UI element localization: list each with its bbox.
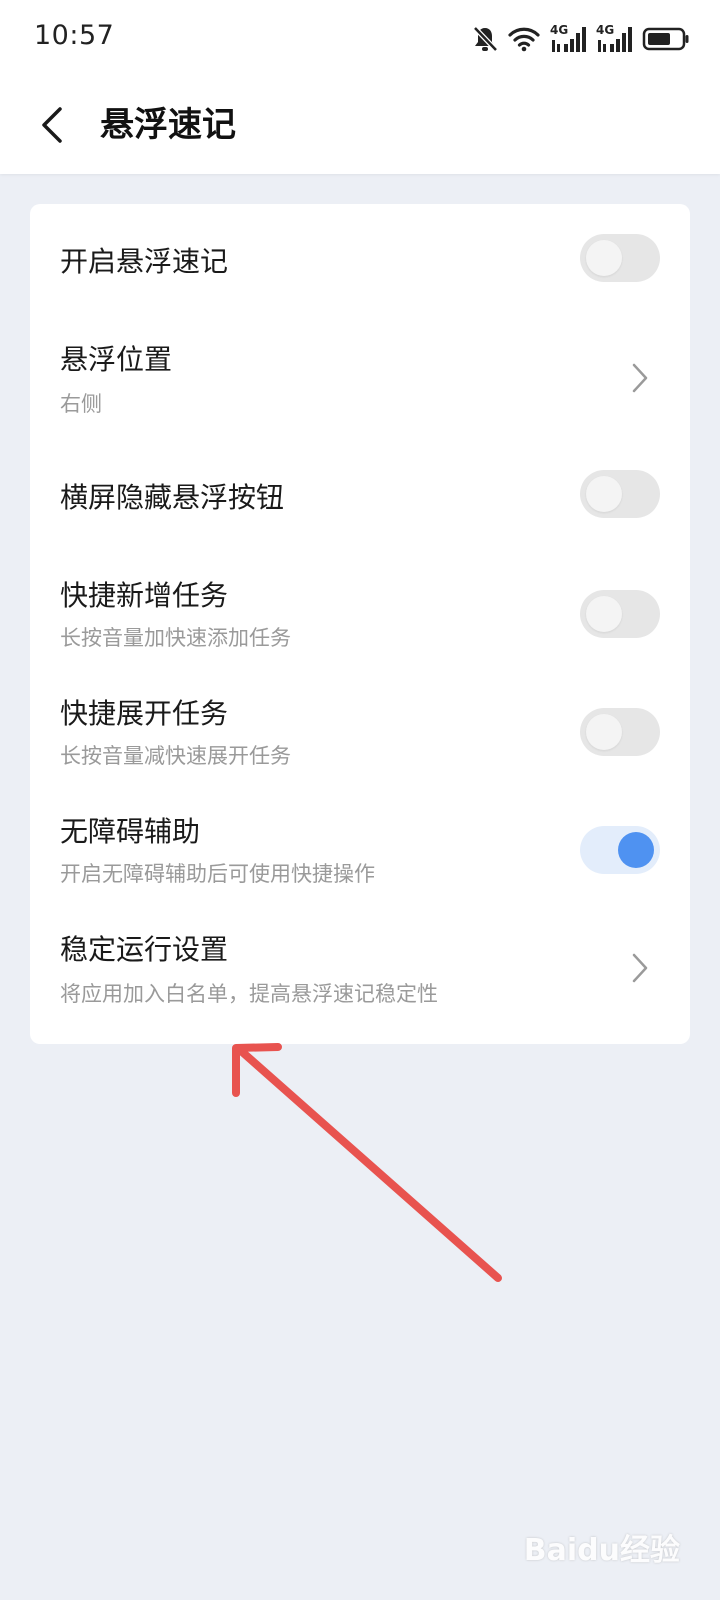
setting-title: 横屏隐藏悬浮按钮 — [60, 481, 285, 514]
status-bar: 10:57 4G 4G — [0, 0, 720, 78]
hide-in-landscape-toggle[interactable] — [580, 470, 660, 518]
chevron-right-icon — [628, 950, 652, 986]
toggle-knob — [586, 714, 622, 750]
accessibility-toggle[interactable] — [580, 826, 660, 874]
setting-hide-in-landscape[interactable]: 横屏隐藏悬浮按钮 — [30, 440, 690, 556]
setting-subtitle: 长按音量减快速展开任务 — [60, 744, 291, 768]
enable-floating-notes-toggle[interactable] — [580, 234, 660, 282]
top-app-bar: 10:57 4G 4G 悬浮速记 — [0, 0, 720, 174]
setting-subtitle: 开启无障碍辅助后可使用快捷操作 — [60, 862, 375, 886]
toggle-knob — [618, 832, 654, 868]
toggle-knob — [586, 240, 622, 276]
status-icons: 4G 4G — [472, 22, 690, 56]
wifi-icon — [508, 26, 540, 52]
page-title: 悬浮速记 — [100, 105, 236, 145]
setting-title: 快捷新增任务 — [60, 579, 229, 612]
toggle-knob — [586, 476, 622, 512]
chevron-right-icon — [628, 360, 652, 396]
watermark: Baidu经验 — [523, 1533, 680, 1568]
chevron-left-icon — [42, 107, 62, 143]
battery-icon — [642, 26, 690, 52]
setting-accessibility[interactable]: 无障碍辅助 开启无障碍辅助后可使用快捷操作 — [30, 792, 690, 910]
bell-muted-icon — [472, 25, 498, 53]
setting-title: 开启悬浮速记 — [60, 245, 229, 278]
toggle-knob — [586, 596, 622, 632]
status-time: 10:57 — [34, 20, 115, 51]
settings-card: 开启悬浮速记 悬浮位置 右侧 横屏隐藏悬浮按钮 快捷新增任务 长按音量加快速添加… — [30, 204, 690, 1044]
nav-bar: 悬浮速记 — [0, 80, 720, 174]
setting-subtitle: 右侧 — [60, 392, 102, 416]
back-button[interactable] — [30, 100, 74, 150]
setting-title: 无障碍辅助 — [60, 815, 201, 848]
setting-stable-running[interactable]: 稳定运行设置 将应用加入白名单，提高悬浮速记稳定性 — [30, 910, 690, 1026]
quick-add-task-toggle[interactable] — [580, 590, 660, 638]
setting-title: 悬浮位置 — [60, 343, 173, 376]
setting-quick-add-task[interactable]: 快捷新增任务 长按音量加快速添加任务 — [30, 556, 690, 674]
setting-enable-floating-notes[interactable]: 开启悬浮速记 — [30, 204, 690, 320]
setting-subtitle: 将应用加入白名单，提高悬浮速记稳定性 — [60, 982, 438, 1006]
setting-subtitle: 长按音量加快速添加任务 — [60, 626, 291, 650]
setting-title: 稳定运行设置 — [60, 933, 229, 966]
setting-title: 快捷展开任务 — [60, 697, 229, 730]
quick-expand-task-toggle[interactable] — [580, 708, 660, 756]
signal-4g-icon: 4G — [596, 24, 632, 54]
setting-quick-expand-task[interactable]: 快捷展开任务 长按音量减快速展开任务 — [30, 674, 690, 792]
setting-floating-position[interactable]: 悬浮位置 右侧 — [30, 320, 690, 440]
signal-4g-icon: 4G — [550, 24, 586, 54]
